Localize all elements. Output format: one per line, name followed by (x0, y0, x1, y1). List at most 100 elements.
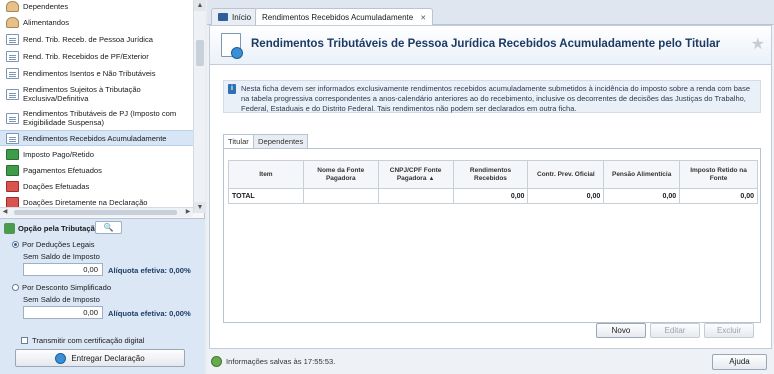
radio-label: Por Desconto Simplificado (22, 283, 112, 292)
nav-horizontal-scrollbar[interactable]: ◀ ▶ (0, 207, 193, 217)
nav-item-acumuladamente[interactable]: Rendimentos Recebidos Acumuladamente (0, 130, 193, 146)
document-icon (221, 33, 243, 59)
table-header-row: Item Nome da Fonte Pagadora CNPJ/CPF Fon… (228, 160, 758, 189)
document-icon (6, 68, 19, 79)
total-cell: 0,00 (527, 188, 605, 204)
saldo-label: Sem Saldo de Imposto (23, 252, 100, 261)
simplificado-value-field: 0,00 (23, 306, 103, 319)
close-icon[interactable]: ✕ (420, 14, 426, 22)
tributacao-title: Opção pela Tributação: (18, 224, 102, 233)
tab-label: Rendimentos Recebidos Acumuladamente (262, 13, 414, 22)
column-header[interactable]: Rendimentos Recebidos (452, 160, 529, 189)
tab-label: Início (232, 12, 252, 22)
certificado-option[interactable]: Transmitir com certificação digital (21, 336, 144, 345)
radio-button[interactable] (12, 241, 19, 248)
scroll-right-icon[interactable]: ▶ (183, 208, 193, 217)
page-header: Rendimentos Tributáveis de Pessoa Jurídi… (210, 26, 771, 65)
novo-button[interactable]: Novo (596, 323, 646, 338)
nav-item-label: Imposto Pago/Retido (23, 149, 94, 159)
nav-item-doacoes[interactable]: Doações Efetuadas (0, 178, 193, 194)
editar-button[interactable]: Editar (650, 323, 700, 338)
scroll-left-icon[interactable]: ◀ (0, 208, 10, 217)
document-icon (6, 51, 19, 62)
nav-item-isentos[interactable]: Rendimentos Isentos e Não Tributáveis (0, 65, 193, 82)
status-text: Informações salvas às 17:55:53. (226, 357, 336, 366)
nav-item-label: Rendimentos Isentos e Não Tributáveis (23, 69, 156, 78)
search-icon: 🔍 (103, 223, 114, 232)
column-header[interactable]: Imposto Retido na Fonte (679, 160, 758, 189)
scroll-down-icon[interactable]: ▼ (194, 202, 206, 213)
total-cell (302, 188, 379, 204)
excluir-button[interactable]: Excluir (704, 323, 754, 338)
tab-rendimentos-acumuladamente[interactable]: Rendimentos Recebidos Acumuladamente ✕ (255, 8, 434, 26)
certificado-label: Transmitir com certificação digital (32, 336, 145, 345)
entregar-declaracao-button[interactable]: Entregar Declaração (15, 349, 185, 367)
nav-item-label: Rendimentos Tributáveis de PJ (Imposto c… (23, 109, 177, 127)
tab-inicio[interactable]: Início (211, 8, 259, 25)
monitor-icon (218, 13, 228, 21)
money-icon (6, 164, 19, 176)
column-header[interactable]: Pensão Alimentícia (603, 160, 681, 189)
nav-item-label: Doações Diretamente na Declaração (23, 197, 148, 207)
nav-vertical-scrollbar[interactable]: ▲ ▼ (193, 0, 206, 213)
column-header[interactable]: CNPJ/CPF Fonte Pagadora ▲ (377, 160, 454, 189)
info-text: Nesta ficha devem ser informados exclusi… (241, 84, 751, 113)
nav-list: Dependentes Alimentandos Rend. Trib. Rec… (0, 0, 193, 213)
nav-item-exclusiva[interactable]: Rendimentos Sujeitos à Tributação Exclus… (0, 82, 193, 106)
star-icon[interactable]: ★ (751, 34, 765, 54)
scroll-thumb-horizontal[interactable] (14, 210, 177, 215)
nav-item-pagamentos[interactable]: Pagamentos Efetuados (0, 162, 193, 178)
document-icon (6, 88, 19, 100)
tributacao-panel: Opção pela Tributação: 🔍 Por Deduções Le… (0, 218, 205, 374)
table-total-row: TOTAL 0,00 0,00 0,00 0,00 (228, 188, 758, 204)
column-header[interactable]: Contr. Prev. Oficial (527, 160, 605, 189)
nav-item-imposto-pago[interactable]: Imposto Pago/Retido (0, 146, 193, 162)
column-header[interactable]: Item (228, 160, 304, 189)
column-header[interactable]: Nome da Fonte Pagadora (302, 160, 379, 189)
total-cell: 0,00 (603, 188, 681, 204)
aliquota-simplificado: Alíquota efetiva: 0,00% (108, 309, 191, 318)
nav-item-label: Rend. Trib. Receb. de Pessoa Jurídica (23, 35, 154, 44)
scroll-up-icon[interactable]: ▲ (194, 0, 206, 11)
certificado-checkbox[interactable] (21, 337, 28, 344)
radio-button[interactable] (12, 284, 19, 291)
left-panel: Dependentes Alimentandos Rend. Trib. Rec… (0, 0, 206, 374)
aliquota-legais: Alíquota efetiva: 0,00% (108, 266, 191, 275)
saldo-label: Sem Saldo de Imposto (23, 295, 100, 304)
people-icon (6, 16, 19, 28)
main-area: Início Rendimentos Recebidos Acumuladame… (207, 0, 774, 374)
gift-icon (6, 196, 19, 208)
tributacao-icon (4, 223, 15, 234)
nav-item-label: Alimentandos (23, 17, 70, 27)
scroll-thumb[interactable] (196, 40, 204, 66)
save-status-icon (211, 356, 222, 367)
globe-icon (55, 352, 67, 364)
nav-item-label: Dependentes (23, 2, 69, 11)
ajuda-button[interactable]: Ajuda (712, 354, 767, 370)
nav-item-alimentandos[interactable]: Alimentandos (0, 13, 193, 31)
nav-item-rend-trib-pf[interactable]: Rend. Trib. Recebidos de PF/Exterior (0, 48, 193, 65)
nav-item-label: Pagamentos Efetuados (23, 165, 102, 175)
info-box: i Nesta ficha devem ser informados exclu… (223, 80, 761, 113)
info-icon: i (228, 84, 236, 94)
nav-item-label: Rendimentos Recebidos Acumuladamente (23, 133, 167, 143)
document-icon (6, 112, 19, 124)
total-cell: 0,00 (452, 188, 529, 204)
total-cell: TOTAL (228, 188, 304, 204)
nav-item-rend-trib-pj[interactable]: Rend. Trib. Receb. de Pessoa Jurídica (0, 31, 193, 48)
grid-panel: Item Nome da Fonte Pagadora CNPJ/CPF Fon… (223, 148, 761, 323)
tab-titular[interactable]: Titular (223, 134, 254, 149)
sort-ascending-icon: ▲ (428, 175, 435, 182)
nav-item-exigibilidade[interactable]: Rendimentos Tributáveis de PJ (Imposto c… (0, 106, 193, 130)
search-button[interactable]: 🔍 (95, 221, 122, 234)
radio-desconto-simplificado[interactable]: Por Desconto Simplificado (12, 283, 111, 292)
tab-bar: Início Rendimentos Recebidos Acumuladame… (207, 0, 774, 26)
tab-dependentes[interactable]: Dependentes (253, 134, 309, 148)
total-cell: 0,00 (679, 188, 758, 204)
money-icon (6, 148, 19, 160)
radio-deducoes-legais[interactable]: Por Deduções Legais (12, 240, 95, 249)
nav-item-label: Doações Efetuadas (23, 181, 90, 191)
rendimentos-table: Item Nome da Fonte Pagadora CNPJ/CPF Fon… (228, 160, 758, 204)
nav-item-dependentes[interactable]: Dependentes (0, 0, 193, 13)
document-icon (6, 34, 19, 45)
